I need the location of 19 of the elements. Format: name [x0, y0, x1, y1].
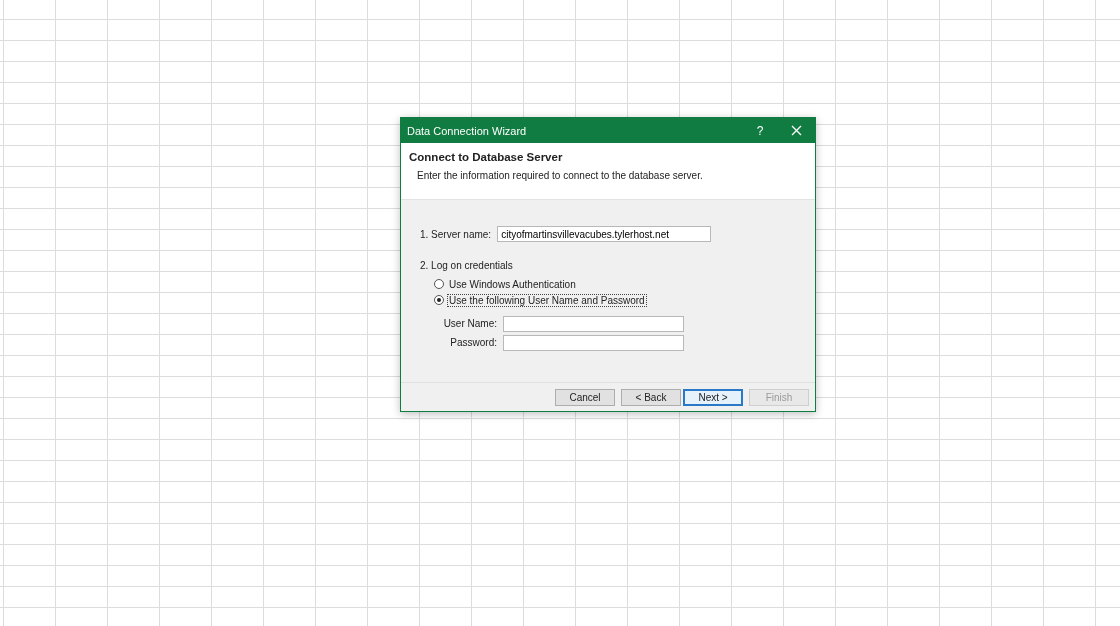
radio-button[interactable] [434, 295, 444, 305]
window-title: Data Connection Wizard [407, 124, 528, 137]
radio-button[interactable] [434, 279, 444, 289]
help-button[interactable]: ? [749, 118, 771, 143]
field-label: Password: [449, 337, 497, 348]
radio-label[interactable]: Use Windows Authentication [447, 277, 578, 291]
dialog-button[interactable]: < Back [621, 388, 681, 406]
dialog-button[interactable]: Next > [683, 388, 743, 406]
dialog-button[interactable]: Cancel [555, 388, 615, 406]
server-name-field[interactable]: cityofmartinsvillevacubes.tylerhost.net [497, 226, 712, 242]
radio-label[interactable]: Use the following User Name and Password [447, 293, 647, 307]
server-name-label: 1. Server name: [420, 228, 492, 240]
section-label: 2. Log on credentials [420, 260, 514, 271]
close-icon [790, 125, 802, 136]
page-description: Enter the information required to connect to the database server. [417, 170, 704, 181]
field-label: User Name: [442, 318, 497, 329]
input-field[interactable] [503, 334, 684, 351]
input-field[interactable] [503, 315, 684, 332]
page-heading: Connect to Database Server [409, 151, 564, 163]
